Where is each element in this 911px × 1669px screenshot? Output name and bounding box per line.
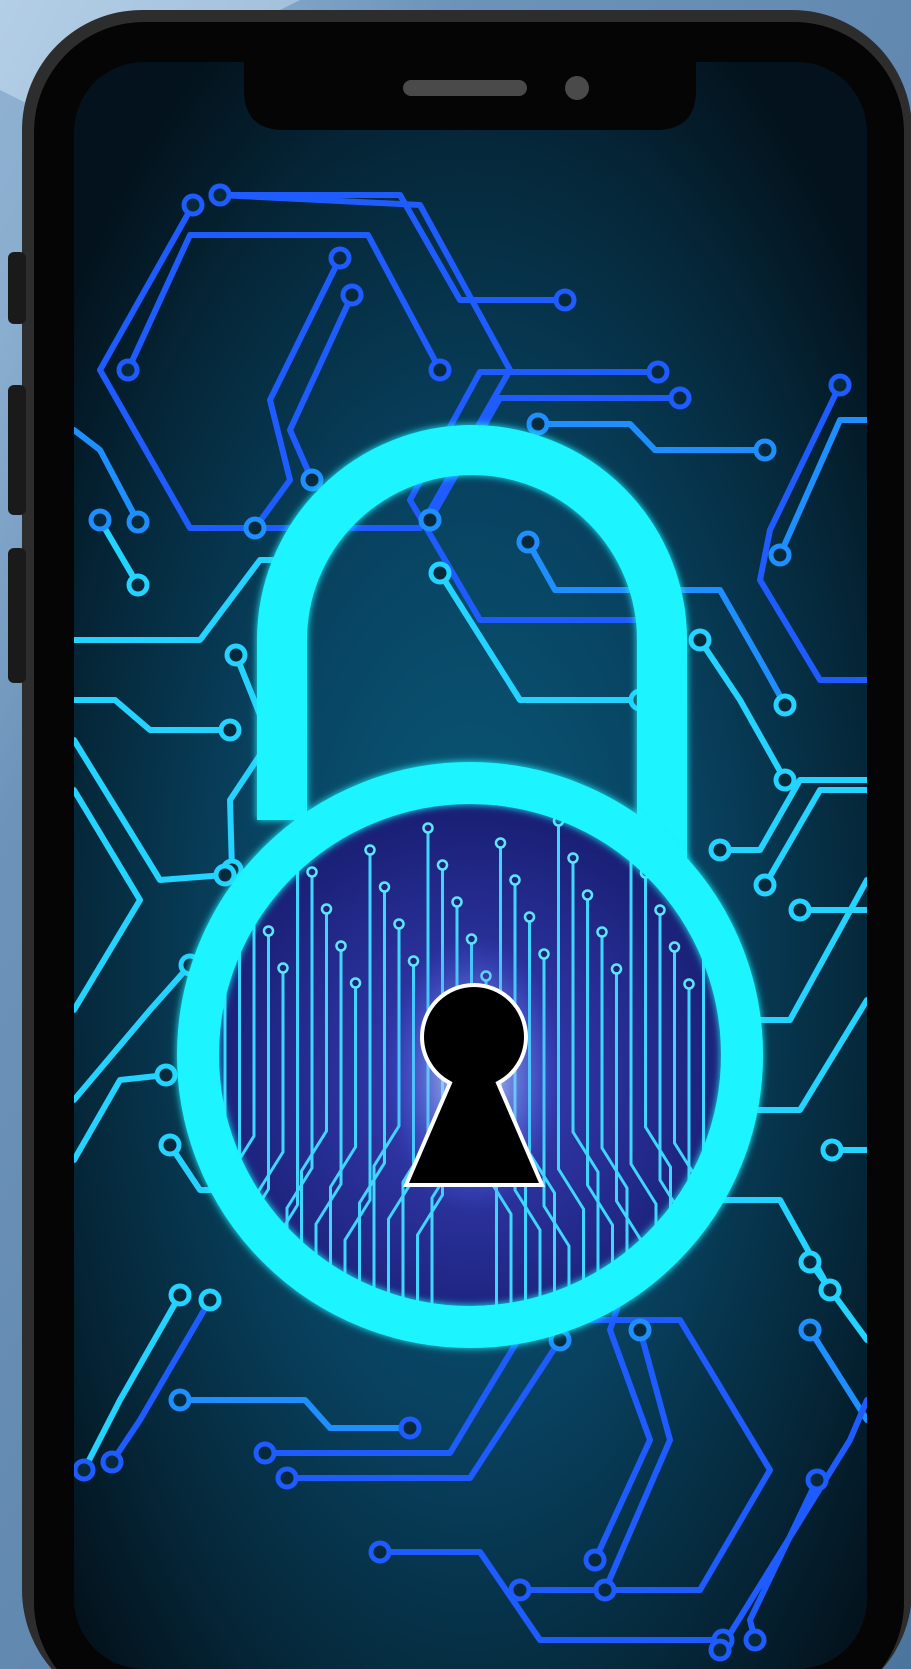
mute-switch: [8, 252, 26, 324]
circuit-node: [168, 1388, 192, 1412]
face-circuit-node: [581, 889, 594, 901]
face-circuit-node: [509, 874, 521, 886]
circuit-node: [828, 373, 852, 397]
circuit-node: [553, 288, 577, 312]
circuit-node: [743, 1628, 767, 1652]
face-circuit-node: [610, 963, 623, 975]
circuit-node: [516, 530, 540, 554]
circuit-node: [218, 718, 242, 742]
circuit-node: [708, 838, 732, 862]
circuit-node: [428, 358, 452, 382]
circuit-node: [818, 1278, 842, 1302]
front-camera: [565, 76, 589, 100]
circuit-node: [116, 358, 140, 382]
circuit-node: [224, 643, 248, 667]
face-circuit-node: [596, 926, 608, 938]
circuit-node: [213, 863, 237, 887]
face-circuit-node: [451, 896, 463, 908]
circuit-node: [798, 1250, 822, 1274]
circuit-node: [243, 516, 267, 540]
circuit-node: [100, 1450, 124, 1474]
circuit-node: [688, 628, 712, 652]
face-circuit-node: [538, 948, 550, 960]
face-circuit-node: [567, 852, 579, 864]
face-circuit-node: [349, 977, 362, 989]
circuit-node: [208, 183, 232, 207]
circuit-node: [798, 1318, 822, 1342]
face-circuit-node: [262, 925, 275, 937]
circuit-node: [340, 283, 364, 307]
face-circuit-node: [364, 844, 376, 856]
face-circuit-node: [668, 941, 681, 953]
circuit-node: [753, 873, 777, 897]
circuit-node: [275, 1466, 299, 1490]
circuit-node: [805, 1468, 829, 1492]
volume-down-button: [8, 548, 26, 683]
phone-lock-illustration: [0, 0, 911, 1669]
face-circuit-node: [306, 866, 318, 878]
circuit-node: [773, 768, 797, 792]
circuit-node: [398, 1416, 422, 1440]
circuit-node: [526, 412, 550, 436]
face-circuit-node: [654, 904, 666, 916]
circuit-node: [126, 573, 150, 597]
circuit-node: [300, 468, 324, 492]
face-circuit-node: [422, 822, 434, 834]
circuit-node: [708, 1638, 732, 1662]
circuit-node: [198, 1288, 222, 1312]
circuit-node: [583, 1548, 607, 1572]
circuit-node: [753, 438, 777, 462]
circuit-node: [168, 1283, 192, 1307]
circuit-node: [126, 510, 150, 534]
circuit-node: [368, 1540, 392, 1564]
circuit-node: [788, 898, 812, 922]
circuit-node: [773, 693, 797, 717]
circuit-node: [768, 543, 792, 567]
face-circuit-node: [436, 859, 449, 871]
face-circuit-node: [393, 918, 405, 930]
face-circuit-node: [494, 837, 507, 849]
circuit-node: [154, 1063, 178, 1087]
circuit-node: [88, 508, 112, 532]
speaker-grille: [403, 80, 527, 96]
circuit-node: [508, 1578, 532, 1602]
phone-screen: [74, 62, 867, 1669]
circuit-node: [158, 1133, 182, 1157]
face-circuit-node: [407, 955, 420, 967]
face-circuit-node: [277, 962, 289, 974]
circuit-node: [820, 1138, 844, 1162]
circuit-node: [181, 193, 205, 217]
circuit-node: [593, 1578, 617, 1602]
face-circuit-node: [523, 911, 536, 923]
circuit-node: [253, 1441, 277, 1465]
circuit-node: [428, 561, 452, 585]
face-circuit-node: [683, 978, 695, 990]
face-circuit-node: [320, 903, 333, 915]
circuit-node: [646, 360, 670, 384]
circuit-node: [328, 246, 352, 270]
circuit-node: [74, 1458, 96, 1482]
circuit-node: [628, 1318, 652, 1342]
circuit-node: [418, 508, 442, 532]
face-circuit-node: [335, 940, 347, 952]
volume-up-button: [8, 385, 26, 515]
circuit-node: [668, 386, 692, 410]
face-circuit-node: [378, 881, 391, 893]
